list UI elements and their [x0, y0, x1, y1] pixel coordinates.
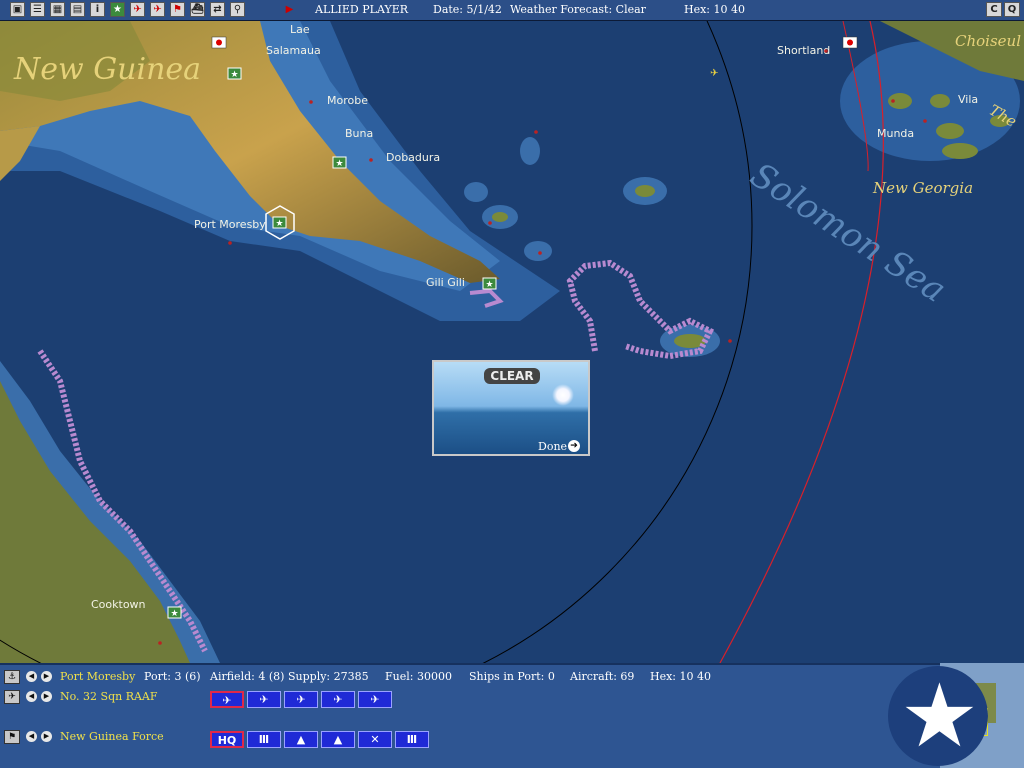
prev-base-button[interactable]: ◀ — [26, 671, 37, 682]
fighter-unit-button[interactable]: ✈ — [210, 691, 244, 708]
anchor-icon[interactable]: ⚓ — [4, 670, 20, 684]
place-vila[interactable]: Vila — [958, 93, 978, 106]
force-name[interactable]: New Guinea Force — [60, 730, 164, 743]
combat-report-button[interactable]: C — [986, 2, 1002, 17]
prev-force-button[interactable]: ◀ — [26, 731, 37, 742]
select-icon[interactable]: ▣ — [10, 2, 25, 17]
patrol-unit-button[interactable]: ✈ — [321, 691, 355, 708]
done-button[interactable]: Done — [538, 440, 567, 453]
zoom-icon[interactable]: ⚲ — [230, 2, 245, 17]
next-force-button[interactable]: ▶ — [41, 731, 52, 742]
hq-unit-button[interactable]: HQ — [210, 731, 244, 748]
place-munda[interactable]: Munda — [877, 127, 914, 140]
player-label: ALLIED PLAYER — [315, 3, 409, 16]
air-unit-icon[interactable]: ✈ — [130, 2, 145, 17]
region-new-guinea: New Guinea — [13, 52, 201, 87]
grid-icon[interactable]: ▦ — [50, 2, 65, 17]
base-star-icon[interactable]: ★ — [110, 2, 125, 17]
white-star-icon: ★ — [900, 664, 979, 767]
end-turn-icon[interactable]: ▶ — [282, 2, 297, 17]
place-cooktown[interactable]: Cooktown — [91, 598, 146, 611]
hex-label: Hex: 10 40 — [684, 3, 745, 16]
weather-label: Weather Forecast: Clear — [510, 3, 646, 16]
base-name[interactable]: Port Moresby — [60, 670, 135, 683]
region-choiseul: Choiseul — [955, 32, 1021, 50]
japanese-base-icon[interactable] — [842, 36, 858, 49]
supply-value: Supply: 27385 — [288, 670, 369, 683]
infantry-unit-button[interactable]: Ⅲ — [247, 731, 281, 748]
land-unit-buttons: HQ Ⅲ ▲ ▲ ✕ Ⅲ — [210, 731, 432, 748]
unit-info-panel: ⚓ ◀ ▶ Port Moresby Port: 3 (6) Airfield:… — [0, 663, 1024, 768]
report-icon[interactable]: ▤ — [70, 2, 85, 17]
place-gili-gili[interactable]: Gili Gili — [426, 276, 465, 289]
place-buna[interactable]: Buna — [345, 127, 373, 140]
region-new-georgia: New Georgia — [872, 179, 973, 197]
place-lae[interactable]: Lae — [290, 23, 310, 36]
aircraft-count: Aircraft: 69 — [570, 670, 635, 683]
svg-text:★: ★ — [170, 609, 178, 619]
allied-base-icon[interactable]: ★ — [332, 156, 347, 169]
recon-unit-button[interactable]: ✈ — [358, 691, 392, 708]
engineer-unit-button[interactable]: Ⅲ — [395, 731, 429, 748]
top-toolbar: ▣ ☰ ▦ ▤ i ★ ✈ ✈ ⚑ ⛴ ⇄ ⚲ ▶ ALLIED PLAYER … — [0, 0, 1024, 21]
aircraft-marker-icon[interactable]: ✈ — [710, 68, 718, 79]
transport-unit-button[interactable]: ✈ — [284, 691, 318, 708]
bomber-unit-button[interactable]: ✈ — [247, 691, 281, 708]
ship-icon[interactable]: ⛴ — [190, 2, 205, 17]
allied-base-icon[interactable]: ★ — [167, 606, 182, 619]
place-shortland[interactable]: Shortland — [777, 44, 830, 57]
weather-title: CLEAR — [484, 368, 540, 384]
svg-text:★: ★ — [335, 159, 343, 169]
place-salamaua[interactable]: Salamaua — [266, 44, 321, 57]
ships-in-port: Ships in Port: 0 — [469, 670, 555, 683]
base-force-unit-button[interactable]: ▲ — [321, 731, 355, 748]
map-canvas[interactable]: New Guinea New Georgia Solomon Sea Chois… — [0, 21, 1024, 663]
artillery-unit-button[interactable]: ▲ — [284, 731, 318, 748]
place-morobe[interactable]: Morobe — [327, 94, 368, 107]
base-hex: Hex: 10 40 — [650, 670, 711, 683]
svg-text:★: ★ — [485, 280, 493, 290]
next-base-button[interactable]: ▶ — [41, 671, 52, 682]
fuel-value: Fuel: 30000 — [385, 670, 452, 683]
airfield-size: Airfield: 4 (8) — [210, 670, 285, 683]
place-dobadura[interactable]: Dobadura — [386, 151, 440, 164]
prev-squadron-button[interactable]: ◀ — [26, 691, 37, 702]
weather-popup: CLEAR Done ➔ — [432, 360, 590, 456]
allied-base-icon[interactable]: ★ — [227, 67, 242, 80]
date-label: Date: 5/1/42 — [433, 3, 502, 16]
aircraft-icon[interactable]: ✈ — [150, 2, 165, 17]
next-squadron-button[interactable]: ▶ — [41, 691, 52, 702]
allied-roundel-icon: ★ — [888, 666, 988, 766]
armor-unit-button[interactable]: ✕ — [358, 731, 392, 748]
air-group-icon[interactable]: ✈ — [4, 690, 20, 704]
squadron-name[interactable]: No. 32 Sqn RAAF — [60, 690, 158, 703]
port-size: Port: 3 (6) — [144, 670, 201, 683]
place-port-moresby[interactable]: Port Moresby — [194, 218, 266, 231]
air-unit-buttons: ✈ ✈ ✈ ✈ ✈ — [210, 691, 395, 708]
flag-icon[interactable]: ⚑ — [4, 730, 20, 744]
japanese-base-icon[interactable] — [211, 36, 227, 49]
strategic-map[interactable]: New Guinea New Georgia Solomon Sea Chois… — [0, 21, 1024, 663]
svg-text:★: ★ — [275, 219, 283, 229]
allied-base-icon[interactable]: ★ — [482, 277, 497, 290]
sun-icon — [552, 384, 574, 406]
arrow-right-icon[interactable]: ➔ — [568, 440, 580, 452]
flag-icon[interactable]: ⚑ — [170, 2, 185, 17]
route-icon[interactable]: ⇄ — [210, 2, 225, 17]
list-icon[interactable]: ☰ — [30, 2, 45, 17]
quit-button[interactable]: Q — [1004, 2, 1020, 17]
svg-text:★: ★ — [230, 70, 238, 80]
info-icon[interactable]: i — [90, 2, 105, 17]
